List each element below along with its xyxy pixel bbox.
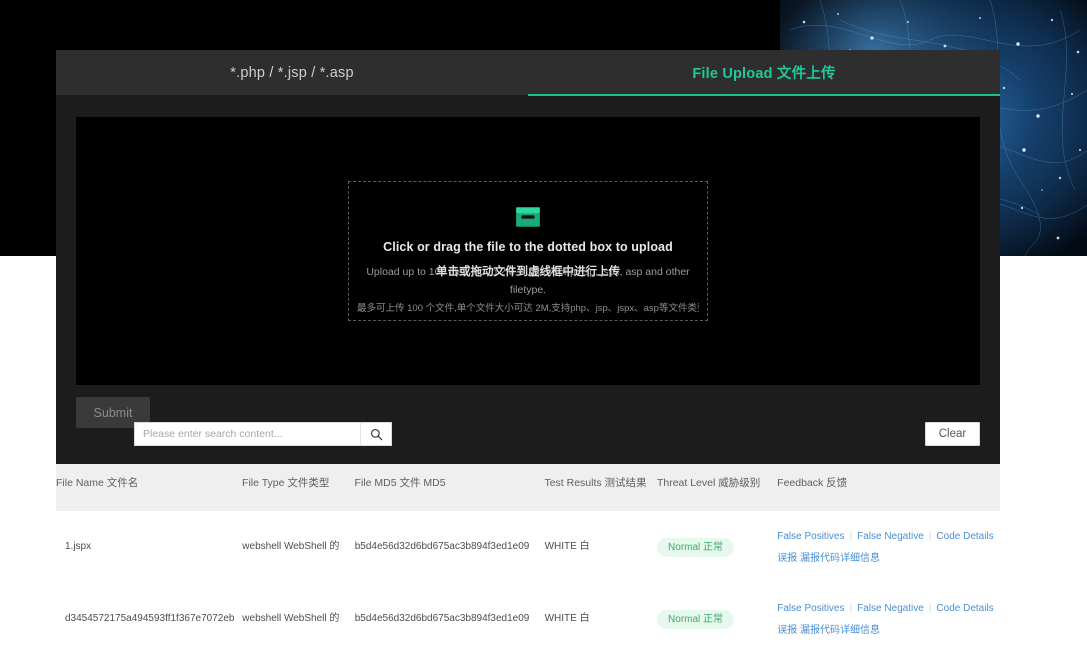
status-badge: Normal 正常 xyxy=(657,609,735,629)
feedback-links: False Positives | False Negative | Code Deta… xyxy=(777,601,994,616)
status-badge: Normal 正常 xyxy=(657,537,735,557)
dropzone-subtitle-en: Upload up to 100 files, up to 2M, suppor… xyxy=(366,266,690,296)
cell-test-result: WHITE 白 xyxy=(544,541,590,552)
col-header-file-md5: File MD5 文件 MD5 xyxy=(354,477,446,489)
feedback-links-cn[interactable]: 误报 漏报代码详细信息 xyxy=(777,551,994,566)
cell-file-type: webshell WebShell 的 xyxy=(242,613,340,624)
tab-file-upload[interactable]: File Upload 文件上传 xyxy=(528,50,1000,96)
table-header-row: File Name 文件名 File Type 文件类型 File MD5 文件… xyxy=(56,464,1000,511)
cell-file-md5: b5d4e56d32d6bd675ac3b894f3ed1e09 xyxy=(354,613,530,624)
link-separator: | xyxy=(849,602,853,614)
dropzone-title: Click or drag the file to the dotted box… xyxy=(383,240,673,254)
cell-threat-level: Normal 正常 xyxy=(657,532,777,563)
tab-label: File Upload 文件上传 xyxy=(692,66,836,82)
col-header-feedback: Feedback 反馈 xyxy=(777,477,848,489)
code-details-link[interactable]: Code Details xyxy=(936,531,993,542)
cell-file-name: 1.jspx xyxy=(65,541,92,552)
col-header-file-type: File Type 文件类型 xyxy=(242,477,330,489)
file-dropzone[interactable]: Click or drag the file to the dotted box… xyxy=(348,181,708,321)
link-separator: | xyxy=(928,530,932,542)
feedback-links: False Positives | False Negative | Code Deta… xyxy=(777,529,994,544)
tab-active-underline xyxy=(528,94,1000,96)
link-separator: | xyxy=(928,602,932,614)
col-header-file-name: File Name 文件名 xyxy=(56,477,139,489)
tab-php-jsp-asp[interactable]: *.php / *.jsp / *.asp xyxy=(56,50,528,95)
false-negative-link[interactable]: False Negative xyxy=(857,603,924,614)
dropzone-subtitle-wrap: Upload up to 100 files, up to 2M, suppor… xyxy=(358,263,698,299)
table-row[interactable]: 1.jspx webshell WebShell 的 b5d4e56d32d6b… xyxy=(56,511,1000,583)
inbox-icon xyxy=(516,207,540,227)
cell-test-result: WHITE 白 xyxy=(544,613,590,624)
search-button[interactable] xyxy=(360,423,391,445)
code-details-link[interactable]: Code Details xyxy=(936,603,993,614)
dropzone-note-cn: 最多可上传 100 个文件,单个文件大小可达 2M,支持php、jsp、jspx… xyxy=(357,303,699,314)
tab-label: *.php / *.jsp / *.asp xyxy=(230,64,354,81)
search-icon xyxy=(370,428,382,440)
cell-feedback: False Positives | False Negative | Code Deta… xyxy=(777,595,1000,644)
upload-panel: *.php / *.jsp / *.asp File Upload 文件上传 C… xyxy=(56,50,1000,470)
false-negative-link[interactable]: False Negative xyxy=(857,531,924,542)
table-row[interactable]: d3454572175a494593ff1f367e7072eb webshel… xyxy=(56,583,1000,655)
false-positives-link[interactable]: False Positives xyxy=(777,531,844,542)
cell-threat-level: Normal 正常 xyxy=(657,604,777,635)
cell-file-md5: b5d4e56d32d6bd675ac3b894f3ed1e09 xyxy=(354,541,530,552)
feedback-links-cn[interactable]: 误报 漏报代码详细信息 xyxy=(777,623,994,638)
col-header-test-results: Test Results 测试结果 xyxy=(544,477,647,489)
clear-button[interactable]: Clear xyxy=(925,422,980,446)
col-header-threat-level: Threat Level 威胁级别 xyxy=(656,477,761,489)
action-row: Submit Clear xyxy=(56,385,1000,446)
cell-file-type: webshell WebShell 的 xyxy=(242,541,340,552)
dropzone-wrap: Click or drag the file to the dotted box… xyxy=(56,95,1000,385)
link-separator: | xyxy=(849,530,853,542)
cell-feedback: False Positives | False Negative | Code Deta… xyxy=(777,523,1000,572)
tab-bar: *.php / *.jsp / *.asp File Upload 文件上传 xyxy=(56,50,1000,96)
cell-file-name: d3454572175a494593ff1f367e7072eb xyxy=(65,613,235,624)
false-positives-link[interactable]: False Positives xyxy=(777,603,844,614)
dropzone-outer: Click or drag the file to the dotted box… xyxy=(76,117,980,385)
results-table: File Name 文件名 File Type 文件类型 File MD5 文件… xyxy=(56,464,1000,655)
search-box xyxy=(134,422,392,446)
search-input[interactable] xyxy=(135,423,360,445)
